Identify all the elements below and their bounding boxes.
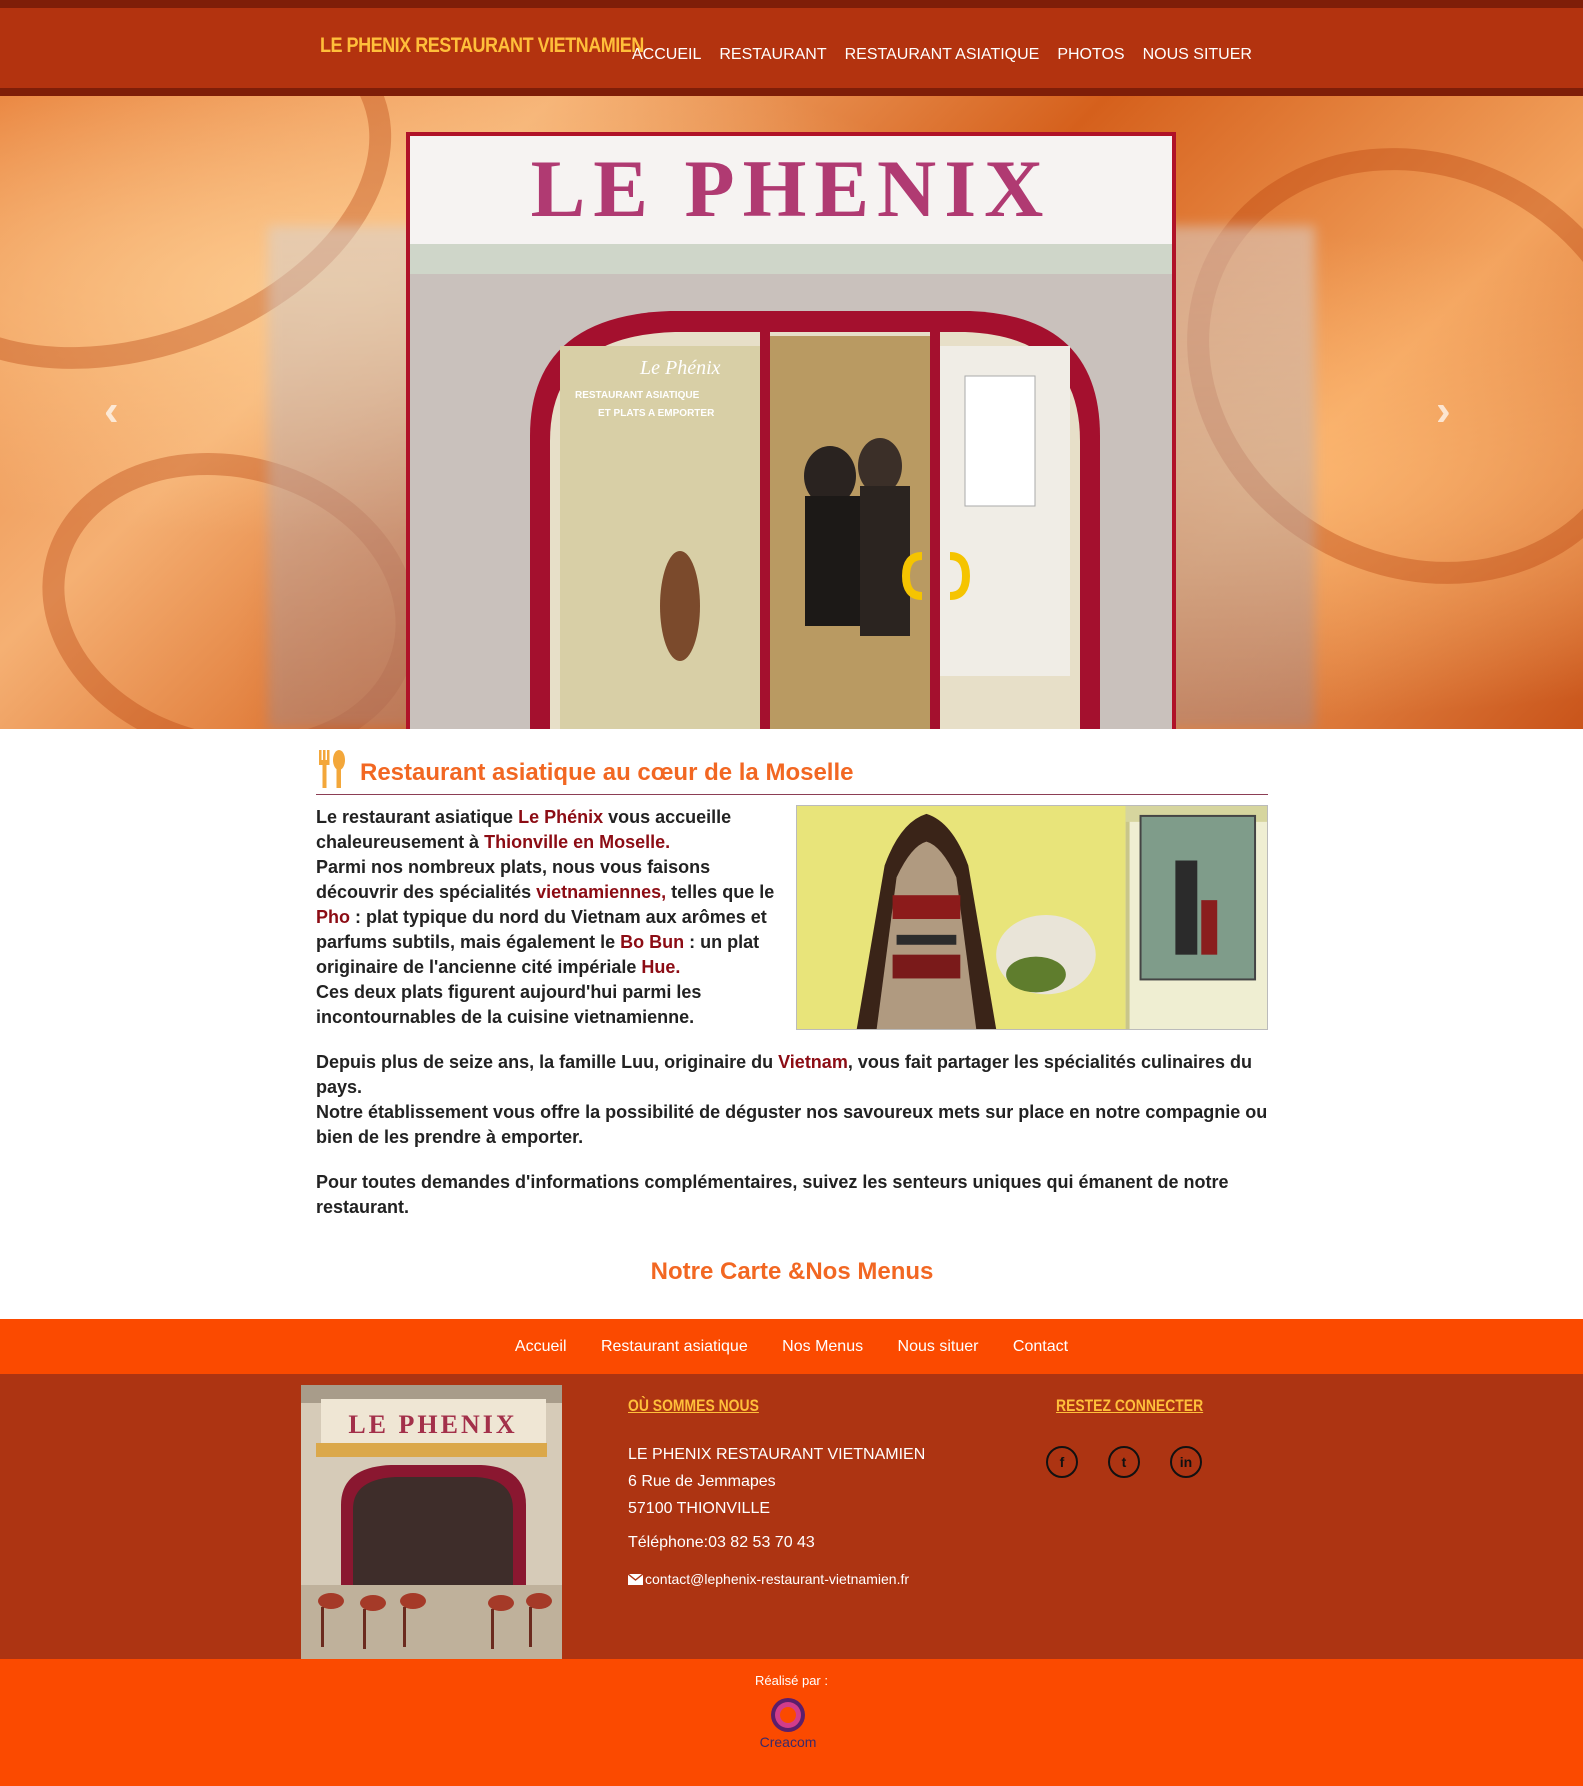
nav-nous-situer[interactable]: NOUS SITUER — [1143, 46, 1252, 64]
site-footer: LE PHENIX OÙ SOMMES NOUS LE PHENIX RESTA… — [0, 1374, 1583, 1659]
highlight-hue: Hue. — [641, 957, 681, 977]
nav-restaurant-asiatique[interactable]: RESTAURANT ASIATIQUE — [845, 46, 1040, 64]
restaurant-storefront-photo: LE PHENIX Le Phénix RESTAURANT ASIATIQUE… — [410, 136, 1172, 729]
main-content: Le restaurant asiatique Le Phénix vous a… — [316, 805, 1268, 1240]
carousel-current-slide: LE PHENIX Le Phénix RESTAURANT ASIATIQUE… — [406, 132, 1176, 729]
footer-nav-accueil[interactable]: Accueil — [515, 1319, 567, 1374]
facebook-icon[interactable]: f — [1046, 1446, 1078, 1478]
footer-nav-restaurant-asiatique[interactable]: Restaurant asiatique — [601, 1319, 748, 1374]
highlight-bobun: Bo Bun — [620, 932, 685, 952]
twitter-icon[interactable]: t — [1108, 1446, 1140, 1478]
highlight-vietnam: Vietnam — [778, 1052, 848, 1072]
footer-storefront-photo: LE PHENIX — [301, 1385, 562, 1659]
contact-paragraph: Pour toutes demandes d'informations comp… — [316, 1172, 1229, 1217]
email-address[interactable]: contact@lephenix-restaurant-vietnamien.f… — [645, 1571, 909, 1587]
section-heading: Restaurant asiatique au cœur de la Mosel… — [316, 750, 1268, 795]
carousel-next-button[interactable]: › — [1436, 386, 1451, 436]
highlight-pho: Pho — [316, 907, 350, 927]
email-contact[interactable]: contact@lephenix-restaurant-vietnamien.f… — [627, 1571, 909, 1587]
page-title: Restaurant asiatique au cœur de la Mosel… — [360, 759, 854, 786]
highlight-name: Le Phénix — [518, 807, 604, 827]
main-nav: ACCUEIL RESTAURANT RESTAURANT ASIATIQUE … — [632, 46, 1270, 64]
sign-text: LE PHENIX — [531, 143, 1052, 234]
footer-nav-situer[interactable]: Nous situer — [898, 1319, 979, 1374]
svg-text:Creacom: Creacom — [760, 1734, 817, 1750]
hero-carousel: LE PHENIX Le Phénix RESTAURANT ASIATIQUE… — [0, 96, 1583, 729]
nav-accueil[interactable]: ACCUEIL — [632, 46, 701, 64]
phone-number: Téléphone:03 82 53 70 43 — [628, 1534, 815, 1551]
social-links: f t in — [1046, 1446, 1202, 1478]
history-paragraph: Depuis plus de seize ans, la famille Luu… — [316, 1052, 1268, 1147]
social-heading: RESTEZ CONNECTER — [1056, 1396, 1204, 1415]
menu-link[interactable]: Notre Carte &Nos Menus — [316, 1258, 1268, 1286]
svg-text:Le Phénix: Le Phénix — [639, 357, 721, 379]
address-name: LE PHENIX RESTAURANT VIETNAMIEN — [628, 1446, 926, 1463]
address-city: 57100 THIONVILLE — [628, 1500, 771, 1517]
highlight-cuisine: vietnamiennes, — [536, 882, 667, 902]
address-block: LE PHENIX RESTAURANT VIETNAMIEN 6 Rue de… — [628, 1441, 925, 1522]
nav-restaurant[interactable]: RESTAURANT — [719, 46, 826, 64]
chevron-right-icon: › — [1436, 386, 1451, 435]
highlight-city: Thionville en Moselle. — [484, 832, 671, 852]
chevron-left-icon: ‹ — [104, 386, 119, 435]
where-heading: OÙ SOMMES NOUS — [628, 1396, 759, 1415]
interior-decoration-photo — [796, 805, 1268, 1030]
footer-nav-contact[interactable]: Contact — [1013, 1319, 1068, 1374]
nav-photos[interactable]: PHOTOS — [1057, 46, 1124, 64]
linkedin-icon[interactable]: in — [1170, 1446, 1202, 1478]
credits-bar: Réalisé par : Creacom — [0, 1659, 1583, 1786]
top-header: LE PHENIX RESTAURANT VIETNAMIEN ACCUEIL … — [0, 0, 1583, 96]
credits-label: Réalisé par : — [755, 1673, 828, 1688]
svg-text:RESTAURANT ASIATIQUE: RESTAURANT ASIATIQUE — [575, 390, 700, 401]
envelope-icon — [627, 1573, 644, 1585]
svg-text:LE PHENIX: LE PHENIX — [348, 1410, 517, 1439]
address-street: 6 Rue de Jemmapes — [628, 1473, 776, 1490]
carousel-prev-button[interactable]: ‹ — [104, 386, 119, 436]
svg-text:ET PLATS A EMPORTER: ET PLATS A EMPORTER — [598, 408, 715, 419]
fork-spoon-icon — [319, 750, 345, 788]
footer-nav-menus[interactable]: Nos Menus — [782, 1319, 863, 1374]
site-brand[interactable]: LE PHENIX RESTAURANT VIETNAMIEN — [320, 34, 644, 58]
creacom-logo[interactable]: Creacom — [748, 1693, 828, 1753]
footer-nav: Accueil Restaurant asiatique Nos Menus N… — [0, 1319, 1583, 1374]
